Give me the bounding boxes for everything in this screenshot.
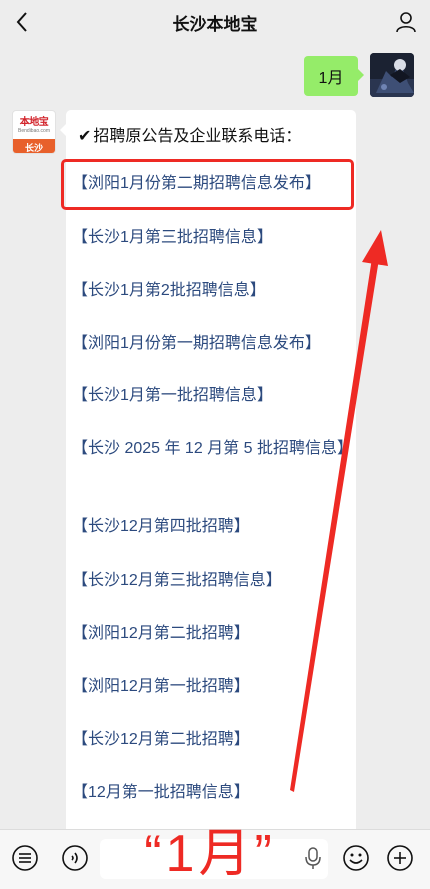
menu-button[interactable] (10, 843, 40, 873)
recruitment-link[interactable]: 【长沙1月第2批招聘信息】 (72, 277, 352, 304)
plus-circle-icon (387, 845, 413, 871)
voice-icon (62, 845, 88, 871)
chat-header: 长沙本地宝 (0, 0, 430, 44)
voice-toggle-button[interactable] (60, 843, 90, 873)
back-button[interactable] (6, 6, 38, 38)
recruitment-link[interactable]: 【长沙12月第二批招聘】 (72, 726, 352, 753)
outgoing-message-bubble[interactable]: 1月 (304, 56, 364, 96)
message-heading: ✔ 招聘原公告及企业联系电话： (78, 122, 301, 146)
annotation-text: “1月” (144, 824, 276, 883)
microphone-icon (305, 847, 321, 869)
recruitment-link[interactable]: 【浏阳1月份第一期招聘信息发布】 (72, 330, 352, 357)
check-mark-icon: ✔ (78, 128, 92, 145)
incoming-message-bubble: ✔ 招聘原公告及企业联系电话： 【浏阳1月份第二期招聘信息发布】 【长沙1月第三批… (60, 110, 356, 840)
recruitment-link[interactable]: 【浏阳12月第二批招聘】 (72, 620, 352, 647)
recruitment-link[interactable]: 【长沙1月第一批招聘信息】 (72, 382, 352, 409)
bendibao-logo: 本地宝 Bendibao.com (18, 116, 50, 134)
user-avatar-image (370, 53, 414, 97)
recruitment-link[interactable]: 【长沙12月第三批招聘信息】 (72, 567, 352, 594)
microphone-button[interactable] (298, 843, 328, 873)
chevron-left-icon (16, 12, 27, 32)
chat-title: 长沙本地宝 (172, 14, 258, 34)
recruitment-link[interactable]: 【长沙1月第三批招聘信息】 (72, 224, 352, 251)
recruitment-link[interactable]: 【浏阳1月份第二期招聘信息发布】 (72, 170, 352, 197)
profile-button[interactable] (390, 6, 422, 38)
emoji-button[interactable] (341, 843, 371, 873)
recruitment-link[interactable]: 【长沙 2025 年 12 月第 5 批招聘信息】 (72, 435, 353, 462)
outgoing-message-text: 1月 (318, 70, 344, 87)
avatar-city-label: 长沙 (13, 139, 55, 153)
emoji-icon (343, 845, 369, 871)
recruitment-link[interactable]: 【长沙12月第四批招聘】 (72, 513, 352, 540)
user-avatar[interactable] (370, 53, 414, 97)
message-heading-text: 招聘原公告及企业联系电话： (93, 128, 302, 145)
recruitment-link[interactable]: 【12月第一批招聘信息】 (72, 779, 352, 806)
list-menu-icon (12, 845, 38, 871)
official-account-avatar[interactable]: 本地宝 Bendibao.com 长沙 (12, 110, 56, 154)
person-icon (396, 12, 416, 33)
add-more-button[interactable] (385, 843, 415, 873)
recruitment-link[interactable]: 【浏阳12月第一批招聘】 (72, 673, 352, 700)
